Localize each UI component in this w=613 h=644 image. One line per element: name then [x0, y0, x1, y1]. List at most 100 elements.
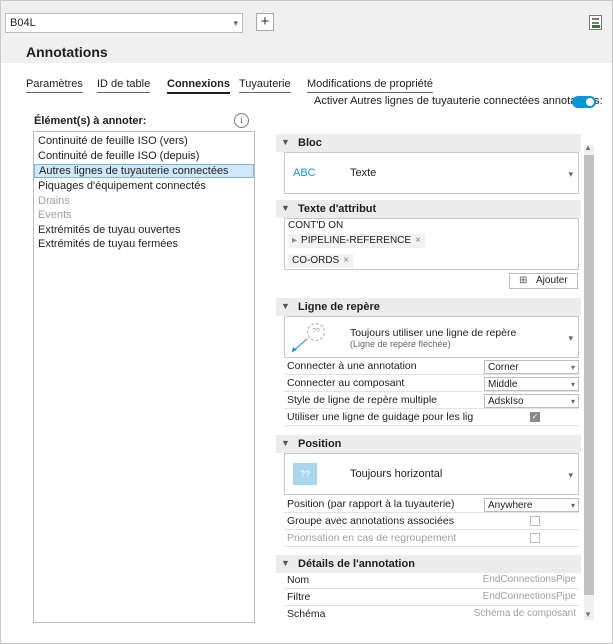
list-item[interactable]: Continuité de feuille ISO (vers) — [34, 134, 254, 148]
property-row: Connecter au composant Middle ▾ — [284, 376, 579, 392]
row-divider — [284, 512, 579, 513]
leader-option-dropdown[interactable]: ?? Toujours utiliser une ligne de repère… — [284, 316, 579, 358]
scrollbar-thumb[interactable] — [584, 155, 594, 595]
collapse-icon: ▼ — [281, 137, 290, 147]
section-title: Texte d'attribut — [298, 203, 377, 215]
section-title: Détails de l'annotation — [298, 558, 415, 570]
annotations-dialog: B04L ▾ + Annotations Paramètres ID de ta… — [0, 0, 613, 644]
info-icon[interactable]: i — [234, 113, 249, 128]
style-dropdown[interactable]: B04L ▾ — [5, 13, 243, 33]
activer-label: Activer Autres lignes de tuyauterie conn… — [314, 95, 603, 107]
property-label: Schéma — [287, 608, 326, 620]
property-label: Filtre — [287, 591, 311, 603]
add-style-button[interactable]: + — [256, 13, 274, 31]
chevron-down-icon: ▾ — [570, 380, 575, 389]
collapse-icon: ▼ — [281, 203, 290, 213]
prioritization-checkbox[interactable] — [530, 533, 540, 543]
list-item[interactable]: Piquages d'équipement connectés — [34, 179, 254, 193]
chevron-down-icon: ▾ — [570, 501, 575, 510]
list-item[interactable]: Extrémités de tuyau fermées — [34, 237, 254, 251]
list-item-selected[interactable]: Autres lignes de tuyauterie connectées — [34, 164, 254, 178]
position-preview-icon: ?? — [293, 463, 317, 485]
add-attribute-icon: ⊞ — [519, 275, 528, 286]
property-value: EndConnectionsPipe — [482, 574, 576, 585]
close-icon[interactable]: × — [415, 235, 421, 246]
property-label: Connecter à une annotation — [287, 360, 417, 372]
row-divider — [284, 605, 579, 606]
abc-preview-icon: ABC — [293, 167, 316, 179]
property-label: Utiliser une ligne de guidage pour les l… — [287, 411, 473, 423]
row-divider — [284, 391, 579, 392]
expand-icon[interactable]: ▸ — [292, 235, 297, 246]
chevron-down-icon: ▾ — [568, 169, 573, 179]
attribute-text-editor[interactable]: CONT'D ON ▸ PIPELINE-REFERENCE × CO-ORDS × — [284, 218, 579, 270]
collapse-icon: ▼ — [281, 558, 290, 568]
row-divider — [284, 408, 579, 409]
list-item[interactable]: Continuité de feuille ISO (depuis) — [34, 149, 254, 163]
section-title: Ligne de repère — [298, 301, 380, 313]
tab-modifications-de-propriete[interactable]: Modifications de propriété — [307, 78, 433, 93]
chevron-down-icon: ▾ — [570, 363, 575, 372]
arrow-leader-icon — [291, 338, 308, 353]
dropdown-value: Anywhere — [488, 500, 533, 511]
list-item[interactable]: Drains — [34, 194, 254, 208]
attribute-chip[interactable]: CO-ORDS × — [288, 254, 354, 268]
property-label: Style de ligne de repère multiple — [287, 394, 438, 406]
section-position[interactable]: ▼ Position — [276, 435, 581, 453]
ajouter-button[interactable]: ⊞ Ajouter — [509, 273, 578, 289]
section-details[interactable]: ▼ Détails de l'annotation — [276, 555, 581, 573]
property-row: Priorisation en cas de regroupement — [284, 531, 579, 547]
property-label: Groupe avec annotations associées — [287, 515, 454, 527]
ajouter-label: Ajouter — [536, 275, 568, 286]
property-row: Nom EndConnectionsPipe — [284, 573, 579, 589]
chevron-down-icon: ▾ — [570, 397, 575, 406]
leader-option-sub: (Ligne de repère fléchée) — [350, 339, 451, 349]
list-item[interactable]: Events — [34, 208, 254, 222]
list-item[interactable]: Extrémités de tuyau ouvertes — [34, 223, 254, 237]
section-texte-attribut[interactable]: ▼ Texte d'attribut — [276, 200, 581, 218]
bloc-value: Texte — [350, 167, 377, 179]
top-bar: B04L ▾ + Annotations — [1, 1, 612, 63]
connect-component-dropdown[interactable]: Middle ▾ — [484, 377, 579, 391]
section-title: Bloc — [298, 137, 322, 149]
style-dropdown-value: B04L — [10, 17, 36, 29]
bloc-dropdown[interactable]: ABC Texte ▾ — [284, 152, 579, 194]
section-ligne-repere[interactable]: ▼ Ligne de repère — [276, 298, 581, 316]
section-bloc[interactable]: ▼ Bloc — [276, 134, 581, 152]
property-row: Filtre EndConnectionsPipe — [284, 590, 579, 606]
tab-connexions[interactable]: Connexions — [167, 78, 230, 94]
tab-parametres[interactable]: Paramètres — [26, 78, 83, 93]
guide-line-checkbox[interactable]: ✓ — [530, 412, 540, 422]
scroll-down-icon[interactable]: ▼ — [584, 610, 592, 619]
position-option-dropdown[interactable]: ?? Toujours horizontal ▾ — [284, 453, 579, 495]
chevron-down-icon: ▾ — [233, 18, 238, 28]
row-divider — [284, 425, 579, 426]
attribute-line-text: CONT'D ON — [288, 220, 344, 231]
property-row: Schéma Schéma de composant — [284, 607, 579, 623]
elements-heading: Élément(s) à annoter: — [34, 115, 147, 127]
group-annotations-checkbox[interactable] — [530, 516, 540, 526]
dropdown-value: Corner — [488, 362, 519, 373]
tab-id-de-table[interactable]: ID de table — [97, 78, 151, 93]
chip-label: PIPELINE-REFERENCE — [301, 235, 412, 246]
dropdown-value: AdskIso — [488, 396, 524, 407]
properties-panel: ▼ Bloc ABC Texte ▾ ▼ Texte d'attribut CO… — [276, 131, 597, 623]
scroll-up-icon[interactable]: ▲ — [584, 143, 592, 152]
position-relative-dropdown[interactable]: Anywhere ▾ — [484, 498, 579, 512]
activer-toggle[interactable] — [572, 96, 596, 108]
spreadsheet-icon[interactable] — [589, 15, 602, 30]
tab-tuyauterie[interactable]: Tuyauterie — [239, 78, 291, 93]
multileader-style-dropdown[interactable]: AdskIso ▾ — [484, 394, 579, 408]
property-label: Priorisation en cas de regroupement — [287, 532, 457, 544]
row-divider — [284, 529, 579, 530]
row-divider — [284, 588, 579, 589]
property-value: EndConnectionsPipe — [482, 591, 576, 602]
page-title: Annotations — [26, 44, 108, 60]
close-icon[interactable]: × — [343, 255, 349, 266]
row-divider — [284, 374, 579, 375]
attribute-chip[interactable]: ▸ PIPELINE-REFERENCE × — [288, 234, 425, 248]
chevron-down-icon: ▾ — [568, 470, 573, 480]
section-title: Position — [298, 438, 342, 450]
connect-annotation-dropdown[interactable]: Corner ▾ — [484, 360, 579, 374]
property-value: Schéma de composant — [473, 608, 576, 619]
